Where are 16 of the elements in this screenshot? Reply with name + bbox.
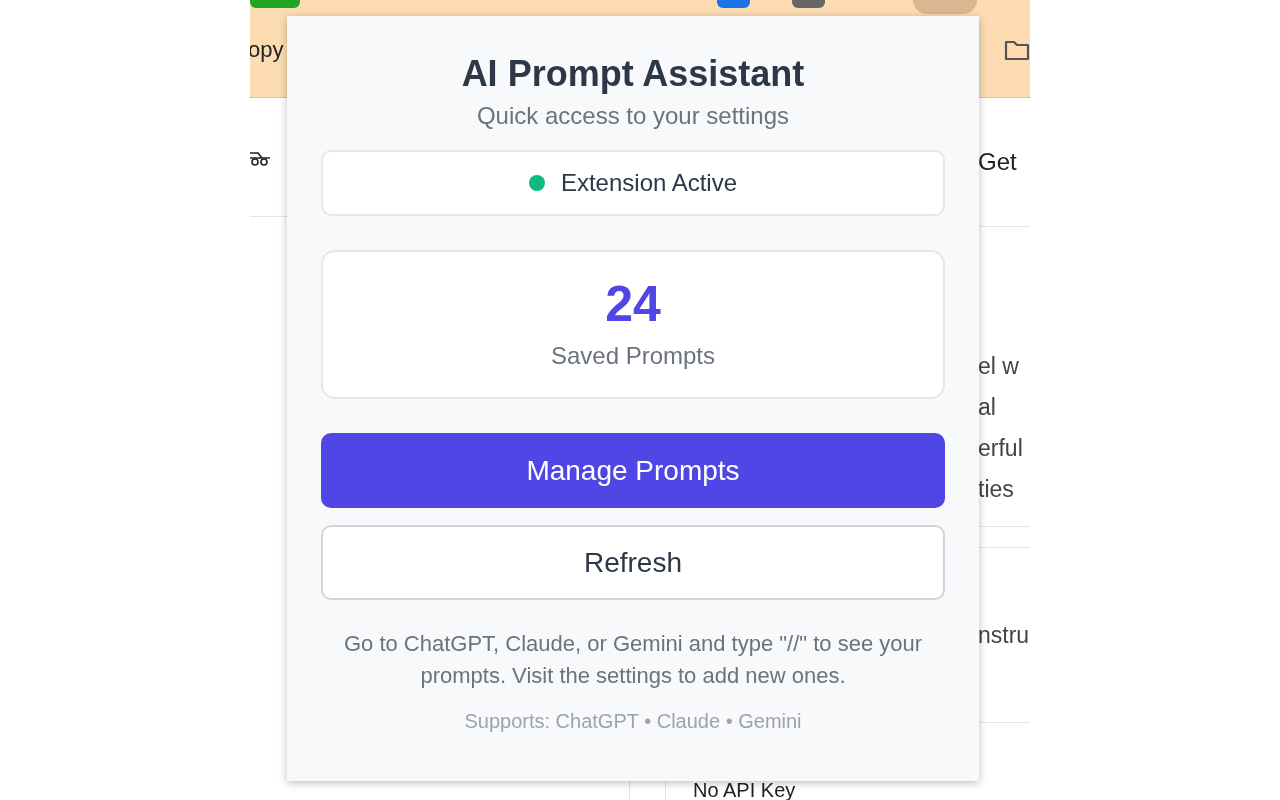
card-text: al — [978, 393, 997, 422]
refresh-button[interactable]: Refresh — [321, 525, 945, 600]
status-label: Extension Active — [560, 168, 738, 198]
supported-platforms: Supports: ChatGPT • Claude • Gemini — [464, 709, 802, 734]
help-text: Go to ChatGPT, Claude, or Gemini and type "//" to see your prompts. Visit the settings to add new ones. — [343, 630, 923, 690]
card-text: nstru — [978, 620, 1030, 650]
card-text: erful — [978, 434, 1024, 463]
prompt-count-label: Saved Prompts — [550, 340, 716, 371]
popup-subtitle: Quick access to your settings — [476, 101, 790, 131]
prompt-count: 24 — [605, 275, 661, 332]
popup-title: AI Prompt Assistant — [461, 52, 805, 96]
manage-prompts-button[interactable]: Manage Prompts — [321, 433, 945, 508]
side-label: Get — [978, 147, 1017, 177]
tab-indicator — [250, 0, 300, 8]
card-text: el w — [978, 352, 1020, 381]
card-text: ties — [978, 475, 1015, 504]
